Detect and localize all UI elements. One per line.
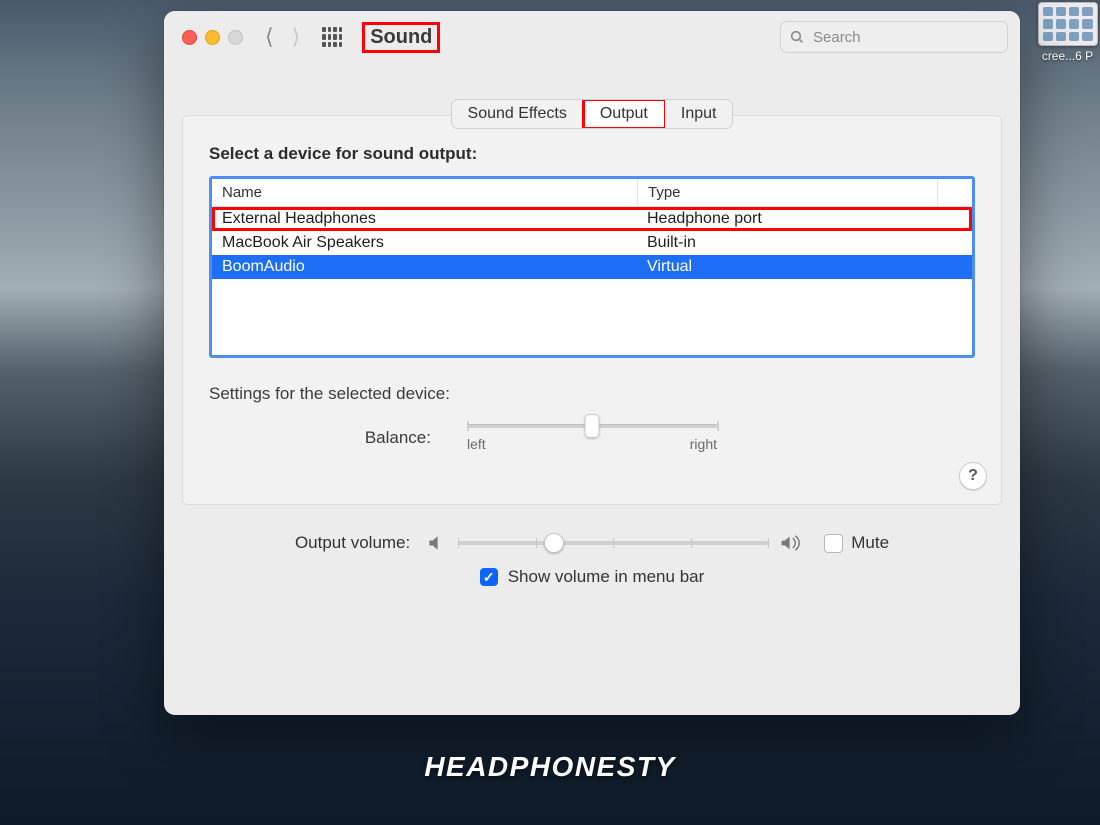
watermark-text: HEADPHONESTY (0, 751, 1100, 783)
balance-left-caption: left (467, 436, 486, 452)
window-toolbar: ⟨ ⟩ Sound (164, 11, 1020, 63)
output-device-heading: Select a device for sound output: (209, 144, 975, 164)
tabs-segmented-control: Sound Effects Output Input (451, 99, 734, 129)
volume-slider-thumb[interactable] (544, 533, 564, 553)
device-type: Virtual (637, 255, 972, 279)
desktop-file-thumbnail[interactable]: cree...6 P (1035, 2, 1100, 63)
sound-prefs-window: ⟨ ⟩ Sound Sound Effects Outp (164, 11, 1020, 715)
desktop-background: cree...6 P ⟨ ⟩ Sound (0, 0, 1100, 825)
balance-slider-thumb[interactable] (585, 414, 600, 438)
show-volume-menubar-checkbox[interactable]: ✓ (480, 568, 498, 586)
output-device-table[interactable]: Name Type External Headphones Headphone … (209, 176, 975, 358)
mute-label: Mute (851, 533, 889, 553)
help-icon: ? (968, 467, 978, 485)
tab-input[interactable]: Input (665, 100, 733, 128)
speaker-high-icon (780, 533, 804, 553)
device-name: BoomAudio (212, 255, 637, 279)
tab-sound-effects[interactable]: Sound Effects (452, 100, 584, 128)
output-panel: Select a device for sound output: Name T… (182, 115, 1002, 505)
tabs-row: Sound Effects Output Input (182, 63, 1002, 129)
output-volume-row: Output volume: (212, 533, 972, 553)
output-volume-slider[interactable] (458, 541, 768, 545)
speaker-low-icon (426, 533, 446, 553)
column-name[interactable]: Name (212, 179, 638, 206)
minimize-window-button[interactable] (205, 30, 220, 45)
tab-output[interactable]: Output (584, 100, 665, 128)
show-volume-menubar-label: Show volume in menu bar (508, 567, 705, 587)
device-row-external-headphones[interactable]: External Headphones Headphone port (212, 207, 972, 231)
thumbnail-label: cree...6 P (1035, 49, 1100, 63)
device-row-boomaudio[interactable]: BoomAudio Virtual (212, 255, 972, 279)
thumbnail-icon (1038, 2, 1098, 46)
column-type[interactable]: Type (638, 179, 938, 206)
fullscreen-window-button (228, 30, 243, 45)
device-table-header: Name Type (212, 179, 972, 207)
mute-checkbox[interactable]: Mute (824, 533, 889, 553)
device-row-macbook-speakers[interactable]: MacBook Air Speakers Built-in (212, 231, 972, 255)
nav-back-button[interactable]: ⟨ (265, 24, 274, 50)
selected-device-settings-label: Settings for the selected device: (209, 384, 975, 404)
close-window-button[interactable] (182, 30, 197, 45)
nav-arrows: ⟨ ⟩ (265, 24, 300, 50)
main-area: Sound Effects Output Input Select a devi… (164, 63, 1020, 715)
volume-area: Output volume: (182, 505, 1002, 587)
window-traffic-lights (182, 30, 243, 45)
device-name: External Headphones (212, 207, 637, 231)
device-type: Headphone port (637, 207, 972, 231)
show-all-prefs-button[interactable] (322, 27, 342, 47)
show-volume-menubar-row[interactable]: ✓ Show volume in menu bar (212, 567, 972, 587)
device-type: Built-in (637, 231, 972, 255)
device-name: MacBook Air Speakers (212, 231, 637, 255)
balance-row: Balance: left right (209, 424, 975, 452)
toolbar-search[interactable] (780, 21, 1008, 53)
balance-slider[interactable]: left right (467, 424, 717, 452)
balance-right-caption: right (690, 436, 717, 452)
help-button[interactable]: ? (959, 462, 987, 490)
search-icon (789, 29, 805, 45)
nav-forward-button: ⟩ (292, 24, 301, 50)
output-volume-label: Output volume: (295, 533, 410, 553)
balance-label: Balance: (211, 428, 431, 448)
window-title: Sound (364, 24, 438, 51)
search-input[interactable] (811, 28, 999, 47)
mute-checkbox-box[interactable] (824, 534, 843, 553)
